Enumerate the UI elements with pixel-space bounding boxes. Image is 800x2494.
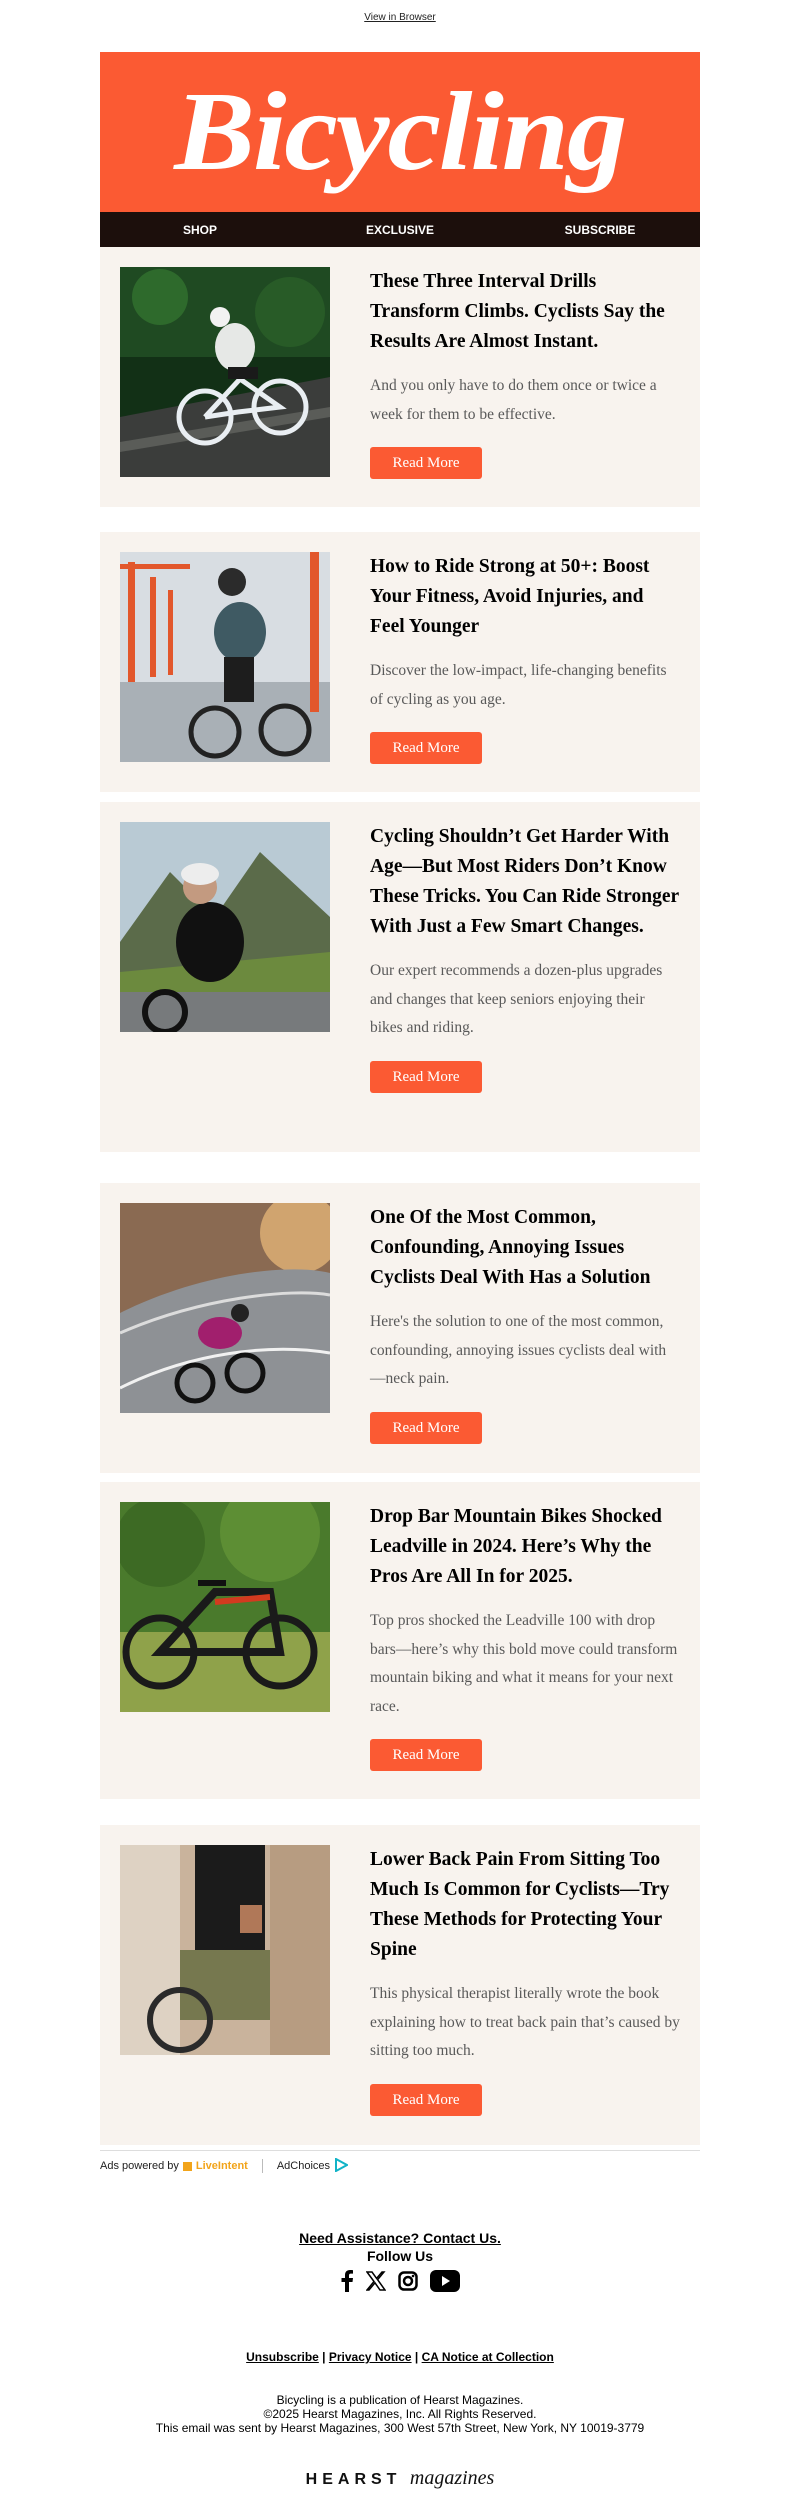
- ads-bar: Ads powered by LiveIntent AdChoices: [100, 2156, 350, 2176]
- article-description: Discover the low-impact, life-changing b…: [370, 662, 667, 708]
- cyclist-road-curve-photo[interactable]: [120, 1203, 330, 1413]
- instagram-icon[interactable]: [398, 2271, 418, 2296]
- read-more-button[interactable]: Read More: [370, 1739, 482, 1771]
- cyclist-climbing-photo[interactable]: [120, 267, 330, 477]
- magazines-wordmark: magazines: [409, 2467, 495, 2489]
- hearst-wordmark: HEARST: [305, 2471, 402, 2488]
- liveintent-logo[interactable]: LiveIntent: [196, 2160, 248, 2172]
- article-card: These Three Interval Drills Transform Cl…: [100, 247, 700, 507]
- adchoices-icon[interactable]: [334, 2156, 350, 2175]
- follow-us-heading: Follow Us: [366, 2248, 434, 2264]
- article-card: Cycling Shouldn’t Get Harder With Age—Bu…: [100, 802, 700, 1152]
- article-description: And you only have to do them once or twi…: [370, 377, 657, 423]
- article-description: Top pros shocked the Leadville 100 with …: [370, 1612, 678, 1715]
- contact-us-link[interactable]: Need Assistance? Contact Us.: [0, 2230, 800, 2246]
- privacy-notice-link[interactable]: Privacy Notice: [329, 2350, 412, 2364]
- article-card: Lower Back Pain From Sitting Too Much Is…: [100, 1825, 700, 2145]
- cyclist-back-pain-photo[interactable]: [120, 1845, 330, 2055]
- article-card: Drop Bar Mountain Bikes Shocked Leadvill…: [100, 1482, 700, 1799]
- article-title[interactable]: Lower Back Pain From Sitting Too Much Is…: [370, 1845, 680, 1965]
- read-more-button[interactable]: Read More: [370, 447, 482, 479]
- social-icons: [0, 2270, 800, 2297]
- article-title[interactable]: How to Ride Strong at 50+: Boost Your Fi…: [370, 552, 680, 642]
- footer-copyright-line: ©2025 Hearst Magazines, Inc. All Rights …: [263, 2407, 537, 2421]
- adchoices-link[interactable]: AdChoices: [277, 2160, 330, 2172]
- nav-subscribe[interactable]: SUBSCRIBE: [500, 223, 700, 237]
- mountain-bike-grass-photo[interactable]: [120, 1502, 330, 1712]
- hearst-magazines-logo[interactable]: HEARST magazines: [0, 2467, 800, 2490]
- youtube-icon[interactable]: [430, 2270, 460, 2297]
- article-title[interactable]: Cycling Shouldn’t Get Harder With Age—Bu…: [370, 822, 680, 942]
- footer-address-line: This email was sent by Hearst Magazines,…: [155, 2421, 645, 2435]
- article-title[interactable]: Drop Bar Mountain Bikes Shocked Leadvill…: [370, 1502, 680, 1592]
- article-description: Our expert recommends a dozen-plus upgra…: [370, 962, 663, 1036]
- top-nav: SHOP EXCLUSIVE SUBSCRIBE: [100, 212, 700, 247]
- ca-notice-link[interactable]: CA Notice at Collection: [422, 2350, 554, 2364]
- unsubscribe-link[interactable]: Unsubscribe: [246, 2350, 319, 2364]
- article-title[interactable]: One Of the Most Common, Confounding, Ann…: [370, 1203, 680, 1293]
- divider: [261, 2159, 263, 2173]
- read-more-button[interactable]: Read More: [370, 1060, 482, 1093]
- read-more-button[interactable]: Read More: [370, 2083, 482, 2116]
- article-description: Here's the solution to one of the most c…: [370, 1313, 667, 1387]
- liveintent-icon: [182, 2161, 192, 2171]
- read-more-button[interactable]: Read More: [370, 1411, 482, 1444]
- divider: [100, 2150, 700, 2151]
- article-card: One Of the Most Common, Confounding, Ann…: [100, 1183, 700, 1473]
- ads-powered-by-label: Ads powered by: [100, 2160, 179, 2172]
- article-card: How to Ride Strong at 50+: Boost Your Fi…: [100, 532, 700, 792]
- bicycling-logo: Bicycling: [174, 70, 628, 194]
- nav-shop[interactable]: SHOP: [100, 223, 300, 237]
- view-in-browser-link[interactable]: View in Browser: [0, 12, 800, 23]
- older-cyclist-mountains-photo[interactable]: [120, 822, 330, 1032]
- header-banner[interactable]: Bicycling: [100, 52, 700, 212]
- legal-links: Unsubscribe | Privacy Notice | CA Notice…: [246, 2350, 554, 2364]
- footer-legal-text: Bicycling is a publication of Hearst Mag…: [0, 2393, 800, 2435]
- footer-publication-line: Bicycling is a publication of Hearst Mag…: [276, 2393, 524, 2407]
- read-more-button[interactable]: Read More: [370, 732, 482, 764]
- facebook-icon[interactable]: [340, 2270, 354, 2297]
- cyclist-bridge-photo[interactable]: [120, 552, 330, 762]
- nav-exclusive[interactable]: EXCLUSIVE: [300, 223, 500, 237]
- x-icon[interactable]: [365, 2271, 387, 2296]
- article-title[interactable]: These Three Interval Drills Transform Cl…: [370, 267, 680, 357]
- article-description: This physical therapist literally wrote …: [370, 1985, 680, 2059]
